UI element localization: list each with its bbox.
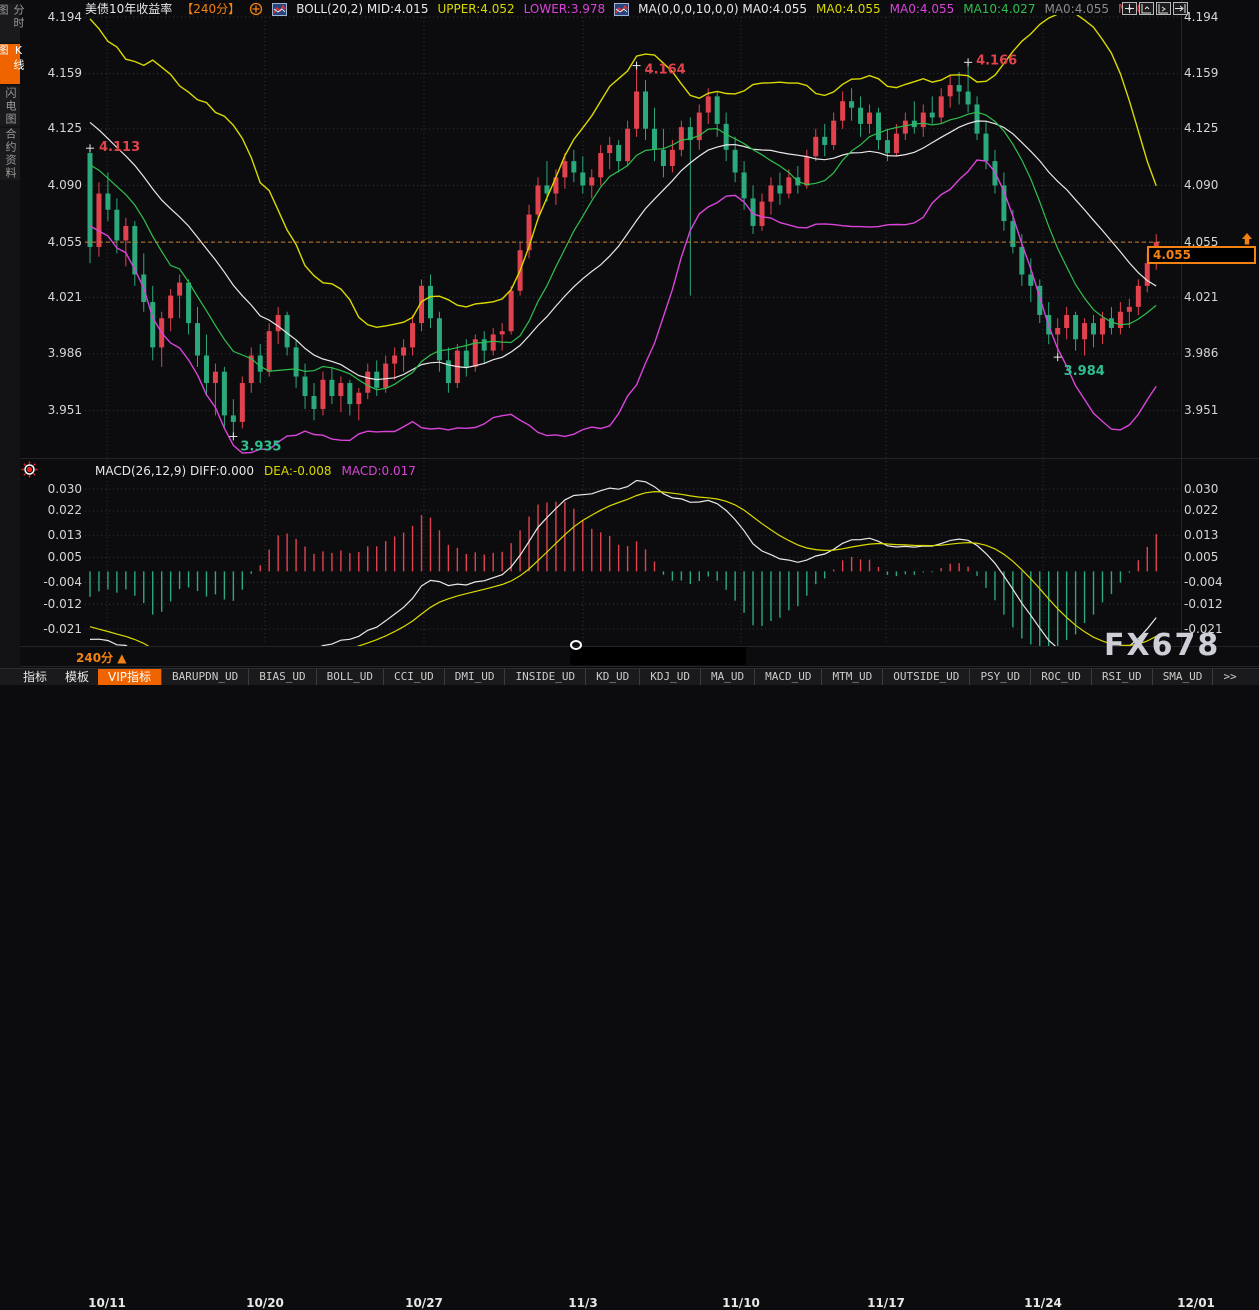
- toolbar-item-macd-ud[interactable]: MACD_UD: [754, 669, 821, 685]
- date-tick-label: 11/24: [1024, 1296, 1062, 1310]
- mini-chart-icon[interactable]: [614, 3, 629, 16]
- toolbar-item-inside-ud[interactable]: INSIDE_UD: [504, 669, 585, 685]
- price-annotation: 4.113: [86, 140, 140, 155]
- date-tick-label: 10/20: [246, 1296, 284, 1310]
- svg-text:4.164: 4.164: [645, 63, 686, 78]
- indicator-settings-icon[interactable]: [21, 461, 38, 482]
- toolbar-item--[interactable]: 模板: [56, 669, 98, 685]
- svg-text:3.935: 3.935: [240, 439, 281, 454]
- toolbar-item-outside-ud[interactable]: OUTSIDE_UD: [882, 669, 969, 685]
- toolbar-item-boll-ud[interactable]: BOLL_UD: [316, 669, 383, 685]
- date-tick-label: 10/11: [88, 1296, 126, 1310]
- boll-lower-value: LOWER:3.978: [524, 1, 606, 17]
- toolbar-item-barupdn-ud[interactable]: BARUPDN_UD: [161, 669, 248, 685]
- pan-right-icon[interactable]: [1173, 2, 1188, 15]
- toolbar-item-roc-ud[interactable]: ROC_UD: [1030, 669, 1091, 685]
- sidebar-tab-4[interactable]: 合约资料: [0, 128, 20, 180]
- crosshair-tool-icon[interactable]: [1122, 2, 1137, 15]
- date-tick-label: 10/27: [405, 1296, 443, 1310]
- ma10-value: MA10:4.027: [963, 1, 1035, 17]
- settings-circle-icon[interactable]: [249, 2, 263, 16]
- panel-divider: [0, 458, 1259, 459]
- toolbar-item-cci-ud[interactable]: CCI_UD: [383, 669, 444, 685]
- toolbar-item-dmi-ud[interactable]: DMI_UD: [444, 669, 505, 685]
- symbol-title: 美债10年收益率: [85, 1, 172, 17]
- price-annotation: 3.984: [1054, 353, 1105, 379]
- price-annotation: 4.166: [964, 53, 1017, 68]
- period-badge: 【240分】: [181, 1, 240, 17]
- date-tick-label: 11/3: [568, 1296, 597, 1310]
- toolbar-item--[interactable]: 指标: [14, 669, 56, 685]
- crosshair-marker: [570, 640, 582, 650]
- ma0-gray-value: MA0:4.055: [1044, 1, 1109, 17]
- price-annotation: 3.935: [229, 432, 281, 454]
- indicator-toolbar: 指标模板VIP指标BARUPDN_UDBIAS_UDBOLL_UDCCI_UDD…: [0, 668, 1259, 685]
- date-axis-tooltip: [570, 647, 746, 665]
- price-chart[interactable]: 4.113 4.164 4.166 3.935 3.984: [0, 0, 1259, 667]
- svg-text:4.113: 4.113: [99, 140, 140, 155]
- toolbar-item-vip-[interactable]: VIP指标: [98, 669, 161, 685]
- chart-toolbar: [1122, 2, 1188, 15]
- scale-right-icon[interactable]: [1156, 2, 1171, 15]
- toolbar-more-button[interactable]: >>: [1212, 669, 1246, 685]
- macd-header: MACD(26,12,9) DIFF:0.000 DEA:-0.008 MACD:0…: [95, 464, 416, 480]
- toolbar-item-rsi-ud[interactable]: RSI_UD: [1091, 669, 1152, 685]
- boll-mid-value: BOLL(20,2) MID:4.015: [296, 1, 428, 17]
- right-axis-border: [1181, 0, 1182, 646]
- boll-upper-value: UPPER:4.052: [437, 1, 514, 17]
- sidebar-tab-1[interactable]: 分时图: [0, 4, 20, 42]
- date-tick-label: 11/17: [867, 1296, 905, 1310]
- period-indicator[interactable]: 240分 ▲: [76, 649, 126, 666]
- toolbar-item-bias-ud[interactable]: BIAS_UD: [248, 669, 315, 685]
- svg-text:4.166: 4.166: [976, 53, 1017, 68]
- sidebar-tab-3[interactable]: 闪电图: [0, 86, 20, 126]
- toolbar-item-psy-ud[interactable]: PSY_UD: [969, 669, 1030, 685]
- left-sidebar: 分时图K线图闪电图合约资料: [0, 0, 20, 685]
- toolbar-item-mtm-ud[interactable]: MTM_UD: [821, 669, 882, 685]
- scale-left-icon[interactable]: [1139, 2, 1154, 15]
- toolbar-item-sma-ud[interactable]: SMA_UD: [1152, 669, 1213, 685]
- macd-hist-value: MACD:0.017: [342, 464, 416, 480]
- macd-diff-value: MACD(26,12,9) DIFF:0.000: [95, 464, 254, 480]
- sidebar-tab-2[interactable]: K线图: [0, 44, 20, 84]
- price-annotation: 4.164: [633, 62, 686, 78]
- ma0-yellow-value: MA0:4.055: [816, 1, 881, 17]
- watermark-logo: FX678: [1104, 628, 1220, 663]
- toolbar-item-ma-ud[interactable]: MA_UD: [700, 669, 754, 685]
- indicator-header: 美债10年收益率【240分】 BOLL(20,2) MID:4.015 UPPER:…: [85, 1, 1148, 17]
- svg-text:3.984: 3.984: [1064, 364, 1105, 379]
- mini-chart-icon[interactable]: [272, 3, 287, 16]
- toolbar-item-kdj-ud[interactable]: KDJ_UD: [639, 669, 700, 685]
- ma0-magenta-value: MA0:4.055: [890, 1, 955, 17]
- date-tick-label: 11/10: [722, 1296, 760, 1310]
- macd-dea-value: DEA:-0.008: [264, 464, 332, 480]
- price-arrow-icon: [1240, 231, 1254, 250]
- date-tick-label: 12/01: [1177, 1296, 1215, 1310]
- axis-divider-bottom: [0, 666, 1259, 667]
- ma-param-value: MA(0,0,0,10,0,0) MA0:4.055: [638, 1, 807, 17]
- toolbar-item-kd-ud[interactable]: KD_UD: [585, 669, 639, 685]
